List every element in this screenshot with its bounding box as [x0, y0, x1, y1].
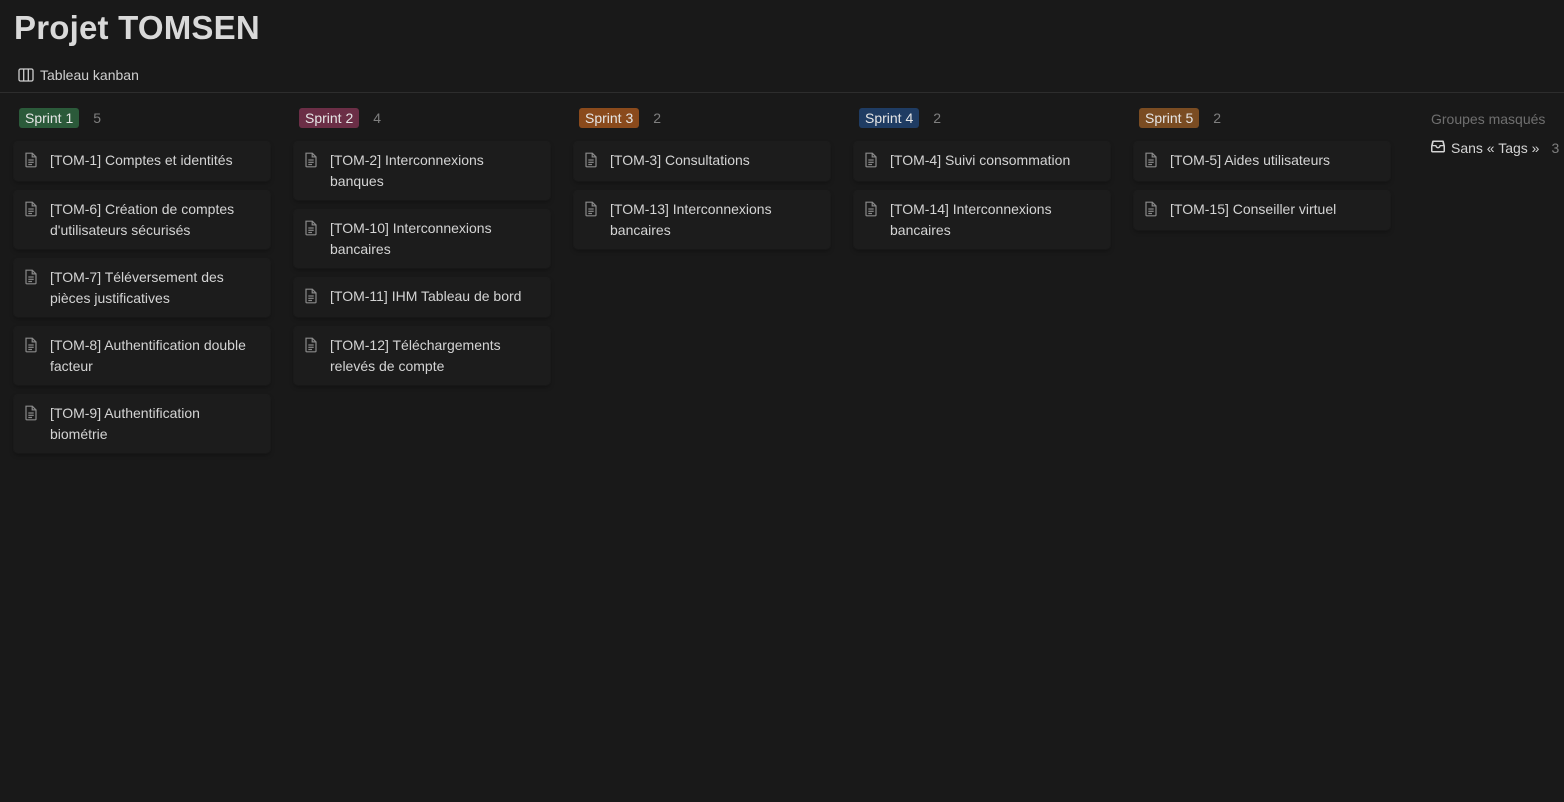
- view-tab-kanban[interactable]: Tableau kanban: [18, 64, 139, 86]
- document-icon: [24, 269, 38, 290]
- document-icon: [864, 201, 878, 222]
- board-columns-icon: [18, 68, 34, 82]
- document-icon: [304, 152, 318, 173]
- kanban-card[interactable]: [TOM-7] Téléversement des pièces justifi…: [14, 259, 270, 317]
- hidden-groups: Groupes masqués Sans « Tags » 3: [1431, 108, 1564, 156]
- card-title: [TOM-3] Consultations: [610, 152, 750, 168]
- sprint-tag[interactable]: Sprint 4: [859, 108, 920, 128]
- card-title: [TOM-15] Conseiller virtuel: [1170, 201, 1337, 217]
- kanban-card[interactable]: [TOM-12] Téléchargements relevés de comp…: [294, 327, 550, 385]
- column-count: 5: [93, 110, 102, 126]
- hidden-group-no-tags[interactable]: Sans « Tags » 3: [1431, 140, 1564, 156]
- sprint-tag[interactable]: Sprint 5: [1139, 108, 1200, 128]
- card-title: [TOM-9] Authentification biométrie: [50, 405, 200, 442]
- document-icon: [24, 405, 38, 426]
- column-count: 4: [373, 110, 382, 126]
- column-count: 2: [1213, 110, 1222, 126]
- column-count: 2: [933, 110, 942, 126]
- document-icon: [304, 337, 318, 358]
- document-icon: [24, 152, 38, 173]
- kanban-card[interactable]: [TOM-1] Comptes et identités: [14, 142, 270, 181]
- document-icon: [584, 201, 598, 222]
- hidden-group-label: Sans « Tags »: [1451, 140, 1540, 156]
- kanban-card[interactable]: [TOM-8] Authentification double facteur: [14, 327, 270, 385]
- column-header: Sprint 5 2: [1134, 106, 1390, 130]
- document-icon: [304, 288, 318, 309]
- card-title: [TOM-14] Interconnexions bancaires: [890, 201, 1052, 238]
- card-title: [TOM-8] Authentification double facteur: [50, 337, 246, 374]
- kanban-card[interactable]: [TOM-10] Interconnexions bancaires: [294, 210, 550, 268]
- kanban-card[interactable]: [TOM-6] Création de comptes d'utilisateu…: [14, 191, 270, 249]
- kanban-card[interactable]: [TOM-2] Interconnexions banques: [294, 142, 550, 200]
- card-title: [TOM-13] Interconnexions bancaires: [610, 201, 772, 238]
- inbox-icon: [1431, 140, 1445, 156]
- kanban-card[interactable]: [TOM-9] Authentification biométrie: [14, 395, 270, 453]
- hidden-groups-label: Groupes masqués: [1431, 111, 1546, 127]
- sprint-tag[interactable]: Sprint 2: [299, 108, 360, 128]
- column-header: Sprint 2 4: [294, 106, 550, 130]
- view-tab-label: Tableau kanban: [40, 67, 139, 83]
- document-icon: [864, 152, 878, 173]
- column-header: Sprint 4 2: [854, 106, 1110, 130]
- document-icon: [1144, 152, 1158, 173]
- card-title: [TOM-6] Création de comptes d'utilisateu…: [50, 201, 235, 238]
- header-divider: [0, 92, 1564, 93]
- kanban-column: Sprint 5 2 [TOM-5] Aides utilisateurs [TOM-…: [1134, 106, 1390, 463]
- kanban-card[interactable]: [TOM-13] Interconnexions bancaires: [574, 191, 830, 249]
- document-icon: [304, 220, 318, 241]
- card-title: [TOM-11] IHM Tableau de bord: [330, 288, 522, 304]
- kanban-card[interactable]: [TOM-15] Conseiller virtuel: [1134, 191, 1390, 230]
- kanban-card[interactable]: [TOM-3] Consultations: [574, 142, 830, 181]
- card-title: [TOM-10] Interconnexions bancaires: [330, 220, 492, 257]
- kanban-card[interactable]: [TOM-11] IHM Tableau de bord: [294, 278, 550, 317]
- kanban-column: Sprint 3 2 [TOM-3] Consultations [TOM-13] I…: [574, 106, 830, 463]
- card-title: [TOM-5] Aides utilisateurs: [1170, 152, 1331, 168]
- card-title: [TOM-1] Comptes et identités: [50, 152, 233, 168]
- kanban-page: Projet TOMSEN Tableau kanban Sprint 1 5 [T…: [0, 0, 1564, 802]
- kanban-column: Sprint 1 5 [TOM-1] Comptes et identités [TO…: [14, 106, 270, 463]
- card-title: [TOM-7] Téléversement des pièces justifi…: [50, 269, 224, 306]
- card-title: [TOM-12] Téléchargements relevés de comp…: [330, 337, 501, 374]
- sprint-tag[interactable]: Sprint 3: [579, 108, 640, 128]
- kanban-column: Sprint 4 2 [TOM-4] Suivi consommation [TOM-…: [854, 106, 1110, 463]
- column-count: 2: [653, 110, 662, 126]
- column-header: Sprint 1 5: [14, 106, 270, 130]
- document-icon: [584, 152, 598, 173]
- kanban-board: Sprint 1 5 [TOM-1] Comptes et identités [TO…: [14, 106, 1390, 463]
- kanban-card[interactable]: [TOM-14] Interconnexions bancaires: [854, 191, 1110, 249]
- kanban-card[interactable]: [TOM-4] Suivi consommation: [854, 142, 1110, 181]
- card-title: [TOM-4] Suivi consommation: [890, 152, 1071, 168]
- kanban-card[interactable]: [TOM-5] Aides utilisateurs: [1134, 142, 1390, 181]
- sprint-tag[interactable]: Sprint 1: [19, 108, 80, 128]
- page-title: Projet TOMSEN: [14, 9, 260, 46]
- document-icon: [24, 201, 38, 222]
- document-icon: [1144, 201, 1158, 222]
- document-icon: [24, 337, 38, 358]
- hidden-group-count: 3: [1551, 140, 1560, 156]
- kanban-column: Sprint 2 4 [TOM-2] Interconnexions banques…: [294, 106, 550, 463]
- card-title: [TOM-2] Interconnexions banques: [330, 152, 484, 189]
- column-header: Sprint 3 2: [574, 106, 830, 130]
